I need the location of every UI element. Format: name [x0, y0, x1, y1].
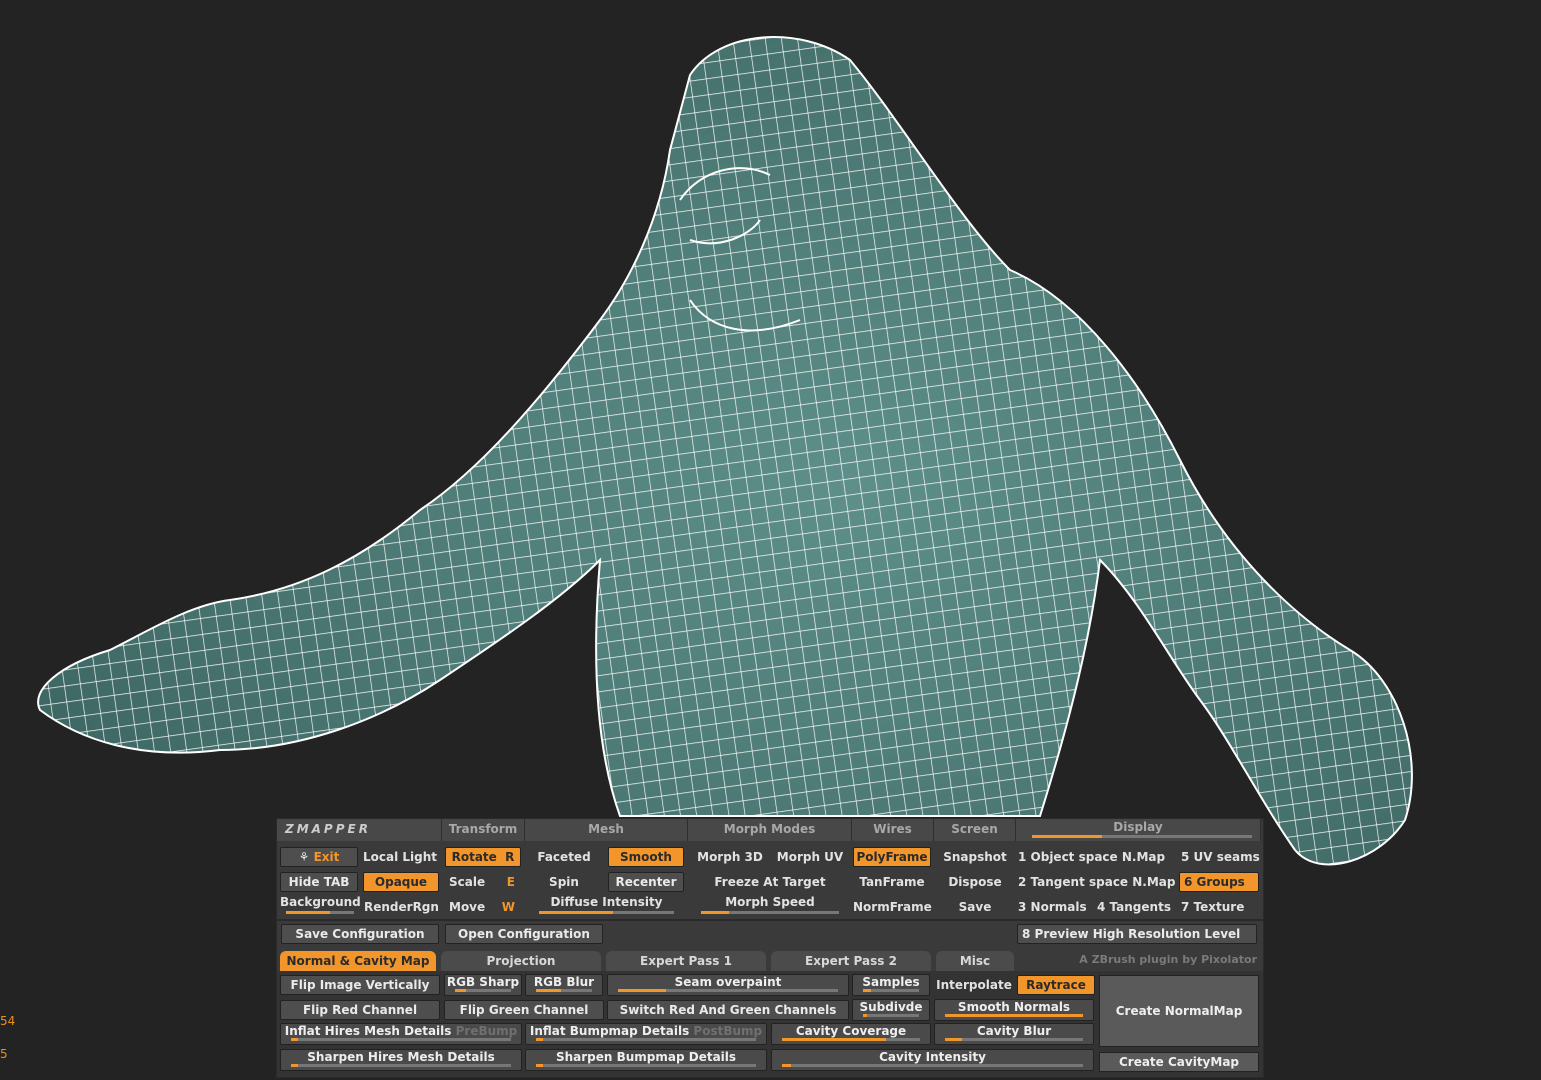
morph-3d-button[interactable]: Morph 3D [691, 847, 769, 867]
preview-high-resolution-button[interactable]: 8 Preview High Resolution Level [1017, 924, 1257, 944]
move-label: Move [449, 900, 486, 914]
display-object-space-nmap[interactable]: 1 Object space N.Map [1018, 847, 1178, 867]
tab-misc[interactable]: Misc [936, 951, 1014, 971]
display-tangents[interactable]: 4 Tangents [1097, 897, 1177, 917]
subdivide-label: Subdivde [859, 1000, 923, 1014]
faceted-button[interactable]: Faceted [529, 847, 599, 867]
header-morph-modes: Morph Modes [688, 819, 852, 841]
freeze-at-target-button[interactable]: Freeze At Target [691, 872, 849, 892]
hide-tab-button[interactable]: Hide TAB [280, 872, 358, 892]
normframe-button[interactable]: NormFrame [853, 897, 932, 917]
exit-label: Exit [313, 850, 340, 864]
seam-overpaint-label: Seam overpaint [674, 975, 782, 989]
smooth-normals-label: Smooth Normals [957, 1000, 1071, 1014]
morph-speed-label: Morph Speed [725, 895, 815, 909]
sharpen-hires-label: Sharpen Hires Mesh Details [307, 1050, 495, 1064]
flip-green-channel-button[interactable]: Flip Green Channel [444, 1000, 604, 1020]
dispose-button[interactable]: Dispose [936, 872, 1014, 892]
rotate-label: Rotate [451, 850, 497, 864]
samples-slider[interactable]: Samples [852, 974, 930, 996]
smooth-normals-slider[interactable]: Smooth Normals [934, 999, 1094, 1021]
background-slider[interactable]: Background [280, 895, 361, 915]
side-value-2: 5 [0, 1047, 8, 1061]
postbump-label: PostBump [693, 1024, 763, 1038]
open-configuration-button[interactable]: Open Configuration [445, 924, 603, 944]
display-tangent-space-nmap[interactable]: 2 Tangent space N.Map [1018, 872, 1178, 892]
header-mesh: Mesh [525, 819, 688, 841]
flip-image-vertically-button[interactable]: Flip Image Vertically [280, 975, 440, 995]
switch-red-green-button[interactable]: Switch Red And Green Channels [607, 1000, 849, 1020]
display-groups[interactable]: 6 Groups [1179, 872, 1259, 892]
display-slider[interactable] [1032, 835, 1252, 838]
tab-expert-pass-1[interactable]: Expert Pass 1 [606, 951, 766, 971]
inflat-bumpmap-label: Inflat Bumpmap Details [529, 1024, 690, 1038]
cavity-intensity-slider[interactable]: Cavity Intensity [771, 1049, 1094, 1071]
rotate-key: R [505, 850, 515, 864]
zmapper-panel: ZMAPPER Transform Mesh Morph Modes Wires… [276, 818, 1264, 1078]
rgb-blur-label: RGB Blur [533, 975, 595, 989]
scale-button[interactable]: Scale E [449, 872, 521, 892]
plugin-credit: A ZBrush plugin by Pixolator [1079, 953, 1257, 966]
scale-label: Scale [449, 875, 486, 889]
snapshot-button[interactable]: Snapshot [936, 847, 1014, 867]
display-texture[interactable]: 7 Texture [1181, 897, 1263, 917]
cavity-intensity-label: Cavity Intensity [879, 1050, 986, 1064]
cavity-coverage-slider[interactable]: Cavity Coverage [771, 1023, 931, 1045]
create-normalmap-button[interactable]: Create NormalMap [1099, 975, 1259, 1047]
rgb-sharp-label: RGB Sharp [446, 975, 520, 989]
side-value-1: 54 [0, 1014, 16, 1028]
inflat-bumpmap-slider[interactable]: Inflat Bumpmap Details PostBump [525, 1023, 767, 1045]
opaque-button[interactable]: Opaque [363, 872, 439, 892]
header-screen: Screen [934, 819, 1016, 841]
diffuse-intensity-label: Diffuse Intensity [550, 895, 663, 909]
rgb-blur-slider[interactable]: RGB Blur [525, 974, 603, 996]
header-wires: Wires [852, 819, 934, 841]
flip-red-channel-button[interactable]: Flip Red Channel [280, 1000, 440, 1020]
samples-label: Samples [862, 975, 920, 989]
inflat-hires-label: Inflat Hires Mesh Details [284, 1024, 452, 1038]
sharpen-hires-slider[interactable]: Sharpen Hires Mesh Details [280, 1049, 522, 1071]
spin-button[interactable]: Spin [529, 872, 599, 892]
polyframe-button[interactable]: PolyFrame [853, 847, 931, 867]
scale-key: E [506, 875, 515, 889]
display-uv-seams[interactable]: 5 UV seams [1181, 847, 1263, 867]
rgb-sharp-slider[interactable]: RGB Sharp [444, 974, 522, 996]
sharpen-bumpmap-slider[interactable]: Sharpen Bumpmap Details [525, 1049, 767, 1071]
inflat-hires-slider[interactable]: Inflat Hires Mesh Details PreBump [280, 1023, 522, 1045]
save-configuration-button[interactable]: Save Configuration [281, 924, 439, 944]
divider [277, 919, 1263, 921]
tanframe-button[interactable]: TanFrame [853, 872, 931, 892]
raytrace-button[interactable]: Raytrace [1017, 975, 1095, 995]
recenter-button[interactable]: Recenter [608, 872, 684, 892]
smooth-button[interactable]: Smooth [608, 847, 684, 867]
tab-normal-cavity-map[interactable]: Normal & Cavity Map [280, 951, 436, 971]
interpolate-button[interactable]: Interpolate [934, 975, 1014, 995]
morph-speed-slider[interactable]: Morph Speed [691, 895, 849, 915]
cavity-blur-label: Cavity Blur [976, 1024, 1052, 1038]
local-light-button[interactable]: Local Light [363, 847, 443, 867]
figure-icon: ⚘ [298, 850, 314, 864]
background-label: Background [280, 895, 361, 909]
move-button[interactable]: Move W [449, 897, 521, 917]
cavity-coverage-label: Cavity Coverage [795, 1024, 907, 1038]
tab-expert-pass-2[interactable]: Expert Pass 2 [771, 951, 931, 971]
save-button[interactable]: Save [936, 897, 1014, 917]
zmapper-logo: ZMAPPER [277, 819, 442, 841]
renderrgn-button[interactable]: RenderRgn [364, 897, 442, 917]
diffuse-intensity-slider[interactable]: Diffuse Intensity [529, 895, 684, 915]
display-normals[interactable]: 3 Normals [1018, 897, 1098, 917]
morph-uv-button[interactable]: Morph UV [771, 847, 849, 867]
seam-overpaint-slider[interactable]: Seam overpaint [607, 974, 849, 996]
header-transform: Transform [442, 819, 525, 841]
exit-button[interactable]: ⚘ Exit [280, 847, 358, 867]
sharpen-bumpmap-label: Sharpen Bumpmap Details [555, 1050, 737, 1064]
cavity-blur-slider[interactable]: Cavity Blur [934, 1023, 1094, 1045]
prebump-label: PreBump [455, 1024, 518, 1038]
rotate-button[interactable]: Rotate R [445, 847, 521, 867]
create-cavitymap-button[interactable]: Create CavityMap [1099, 1052, 1259, 1072]
subdivide-slider[interactable]: Subdivde [852, 999, 930, 1021]
tab-projection[interactable]: Projection [441, 951, 601, 971]
move-key: W [501, 900, 515, 914]
